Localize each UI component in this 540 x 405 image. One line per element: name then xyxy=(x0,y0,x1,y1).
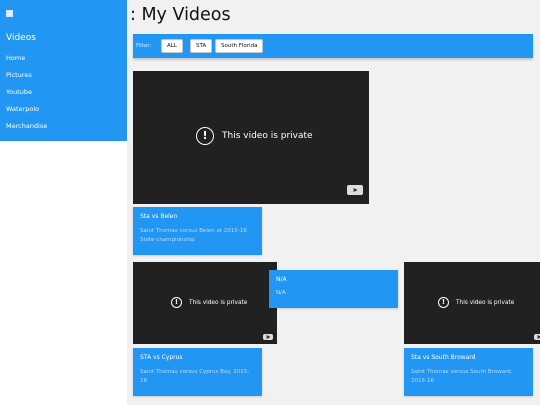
filter-label: Filter: xyxy=(136,43,152,49)
page-title: : My Videos xyxy=(130,5,231,25)
sidebar-item-youtube[interactable]: Youtube xyxy=(6,87,47,104)
sidebar: Videos Home Pictures Youtube Waterpolo M… xyxy=(0,0,127,141)
sidebar-item-pictures[interactable]: Pictures xyxy=(6,70,47,87)
video-title-4: Sta vs South Broward xyxy=(411,354,476,361)
exclamation-circle-icon: ! xyxy=(438,297,449,308)
filter-south-florida-button[interactable]: South Florida xyxy=(215,39,264,53)
sidebar-item-home[interactable]: Home xyxy=(6,53,47,70)
private-message-4: This video is private xyxy=(456,299,515,306)
exclamation-circle-icon: ! xyxy=(171,297,182,308)
video-player-4[interactable]: ! This video is private xyxy=(404,262,540,344)
private-notice-1: ! This video is private xyxy=(196,127,313,145)
video-description-1: Saint Thomas versus Belen at 2015-16 Sta… xyxy=(140,228,247,243)
sidebar-heading: Videos xyxy=(6,33,36,43)
logo-image xyxy=(6,10,13,17)
video-description-3: Saint Thomas versus Cyprus Bay. 2015-16 xyxy=(140,369,250,384)
filter-bar: Filter: ALL STA South Florida xyxy=(133,34,533,58)
video-title-2: N/A xyxy=(276,276,287,283)
video-card-4[interactable]: Sta vs South Broward Saint Thomas versus… xyxy=(404,348,533,396)
sidebar-item-waterpolo[interactable]: Waterpolo xyxy=(6,104,47,121)
filter-sta-button[interactable]: STA xyxy=(190,39,213,53)
video-card-1[interactable]: Sta vs Belen Saint Thomas versus Belen a… xyxy=(133,207,262,255)
video-description-2: N/A xyxy=(276,290,286,296)
youtube-icon[interactable] xyxy=(534,334,540,340)
video-player-1[interactable]: ! This video is private xyxy=(133,71,369,204)
youtube-icon[interactable] xyxy=(347,185,363,195)
private-message-1: This video is private xyxy=(222,131,313,141)
video-title-1: Sta vs Belen xyxy=(140,213,178,220)
video-player-2[interactable]: ! This video is private xyxy=(133,262,277,344)
video-card-3[interactable]: STA vs Cyprus Saint Thomas versus Cyprus… xyxy=(133,348,262,396)
exclamation-circle-icon: ! xyxy=(196,127,214,145)
video-card-2[interactable]: N/A N/A xyxy=(269,270,398,308)
filter-all-button[interactable]: ALL xyxy=(161,39,183,53)
private-notice-2: ! This video is private xyxy=(171,297,247,308)
youtube-icon[interactable] xyxy=(263,334,273,340)
sidebar-item-merchandise[interactable]: Merchandise xyxy=(6,121,47,138)
private-message-2: This video is private xyxy=(189,299,248,306)
private-notice-4: ! This video is private xyxy=(438,297,514,308)
video-description-4: Saint Thomas versus South Broward. 2015-… xyxy=(411,369,513,384)
video-title-3: STA vs Cyprus xyxy=(140,354,183,361)
sidebar-nav: Home Pictures Youtube Waterpolo Merchand… xyxy=(6,53,47,138)
